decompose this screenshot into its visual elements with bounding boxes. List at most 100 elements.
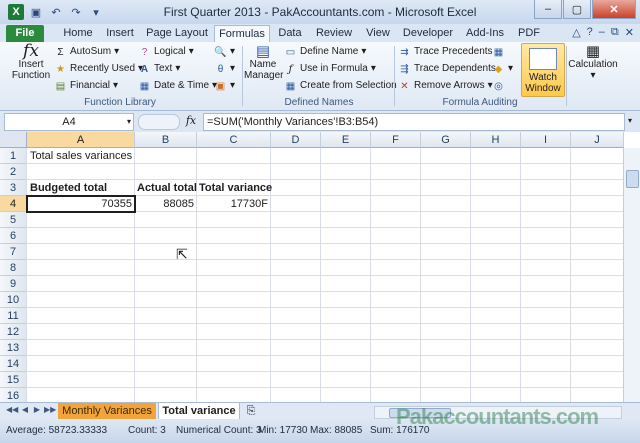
row-header[interactable]: 16	[0, 388, 27, 402]
status-average: Average: 58723.33333	[6, 425, 108, 436]
row-header[interactable]: 9	[0, 276, 27, 292]
row-header[interactable]: 4	[0, 196, 27, 212]
minimize-button[interactable]: –	[534, 0, 562, 19]
vertical-scrollbar[interactable]	[623, 148, 640, 402]
worksheet-grid[interactable]: A B C D E F G H I J 1 2 3 4 5 6 7 8 9 10 11 12 13 14 1…	[0, 132, 640, 402]
row-header[interactable]: 11	[0, 308, 27, 324]
logical-button[interactable]: ? Logical ▾	[138, 44, 194, 60]
name-box[interactable]: A4 ▾	[4, 113, 134, 131]
column-header-c[interactable]: C	[197, 132, 271, 148]
insert-sheet-icon[interactable]: ⎘	[242, 403, 260, 419]
lookup-reference-button[interactable]: 🔍 ▾	[214, 44, 235, 60]
cell-a4[interactable]: 70355	[28, 196, 132, 212]
tab-view[interactable]: View	[362, 25, 394, 42]
workbook-restore-icon[interactable]: ⧉	[611, 26, 619, 39]
column-header-f[interactable]: F	[371, 132, 421, 148]
workbook-close-icon[interactable]: ✕	[625, 26, 634, 39]
column-header-h[interactable]: H	[471, 132, 521, 148]
use-in-formula-button[interactable]: ƒ Use in Formula ▾	[284, 61, 376, 77]
column-header-j[interactable]: J	[571, 132, 624, 148]
cell-a3[interactable]: Budgeted total	[30, 180, 107, 196]
row-header[interactable]: 6	[0, 228, 27, 244]
close-button[interactable]: ✕	[592, 0, 636, 19]
column-header-g[interactable]: G	[421, 132, 471, 148]
vertical-scroll-thumb[interactable]	[626, 170, 639, 188]
watch-window-button[interactable]: Watch Window	[521, 43, 565, 97]
last-sheet-icon[interactable]: ▶▶	[44, 405, 56, 414]
column-header-d[interactable]: D	[271, 132, 321, 148]
row-header[interactable]: 15	[0, 372, 27, 388]
help-icon[interactable]: ?	[587, 26, 593, 39]
recently-used-button[interactable]: ★ Recently Used ▾	[54, 61, 143, 77]
error-checking-button[interactable]: ◆ ▾	[492, 61, 513, 77]
ribbon: fx Insert Function Σ AutoSum ▾ ★ Recently…	[0, 42, 640, 111]
group-separator	[242, 46, 243, 106]
math-trig-button[interactable]: θ ▾	[214, 61, 235, 77]
select-all-corner[interactable]	[0, 132, 27, 148]
insert-function-fx-button[interactable]: fx	[182, 113, 200, 129]
show-formulas-button[interactable]: ▦	[492, 44, 505, 60]
sheet-tab-monthly-variances[interactable]: Monthly Variances	[58, 403, 156, 419]
row-header[interactable]: 13	[0, 340, 27, 356]
tab-insert[interactable]: Insert	[100, 25, 140, 42]
next-sheet-icon[interactable]: ▶	[32, 405, 42, 414]
tab-developer[interactable]: Developer	[400, 25, 456, 42]
evaluate-formula-button[interactable]: ◎	[492, 78, 505, 94]
row-header[interactable]: 10	[0, 292, 27, 308]
define-name-button[interactable]: ▭ Define Name ▾	[284, 44, 367, 60]
insert-function-button[interactable]: fx Insert Function	[10, 43, 52, 82]
tab-pdf[interactable]: PDF	[514, 25, 544, 42]
row-header[interactable]: 3	[0, 180, 27, 196]
more-functions-button[interactable]: ▣ ▾	[214, 78, 235, 94]
tab-home[interactable]: Home	[58, 25, 98, 42]
expand-formula-bar-icon[interactable]: ▾	[624, 114, 636, 128]
row-header[interactable]: 8	[0, 260, 27, 276]
create-from-selection-button[interactable]: ▦ Create from Selection	[284, 78, 397, 94]
cell-c4[interactable]: 17730F	[198, 196, 268, 212]
chevron-down-icon[interactable]: ▾	[127, 114, 131, 130]
calculation-button[interactable]: ▦ Calculation ▾	[568, 42, 618, 82]
tab-file[interactable]: File	[6, 25, 44, 42]
formula-input[interactable]: =SUM('Monthly Variances'!B3:B54)	[203, 113, 625, 131]
column-header-b[interactable]: B	[135, 132, 197, 148]
row-header[interactable]: 7	[0, 244, 27, 260]
tab-add-ins[interactable]: Add-Ins	[462, 25, 508, 42]
row-header[interactable]: 5	[0, 212, 27, 228]
logical-icon: ?	[141, 46, 148, 58]
cell-c3[interactable]: Total variance	[199, 180, 272, 196]
workbook-minimize-icon[interactable]: –	[599, 26, 605, 39]
minimize-ribbon-icon[interactable]: △	[572, 26, 580, 39]
maximize-button[interactable]: ▢	[563, 0, 591, 19]
prev-sheet-icon[interactable]: ◀	[20, 405, 30, 414]
first-sheet-icon[interactable]: ◀◀	[6, 405, 18, 414]
name-manager-button[interactable]: ▤ Name Manager	[244, 42, 283, 82]
row-header[interactable]: 2	[0, 164, 27, 180]
tab-review[interactable]: Review	[312, 25, 356, 42]
name-manager-icon: ▤	[255, 42, 271, 60]
column-header-e[interactable]: E	[321, 132, 371, 148]
ribbon-right-controls: △ ? – ⧉ ✕	[572, 26, 634, 39]
tab-page-layout[interactable]: Page Layout	[146, 25, 208, 42]
column-header-i[interactable]: I	[521, 132, 571, 148]
tab-formulas[interactable]: Formulas	[214, 25, 270, 43]
remove-arrows-button[interactable]: ✕ Remove Arrows ▾	[398, 78, 492, 94]
cell-b4[interactable]: 88085	[136, 196, 194, 212]
calculator-icon: ▦	[585, 42, 601, 60]
sheet-tab-total-variance[interactable]: Total variance	[158, 403, 240, 420]
row-header[interactable]: 1	[0, 148, 27, 164]
tab-data[interactable]: Data	[274, 25, 306, 42]
text-button[interactable]: A Text ▾	[138, 61, 181, 77]
date-time-button[interactable]: ▦ Date & Time ▾	[138, 78, 217, 94]
remove-arrows-icon: ✕	[400, 80, 409, 92]
trace-precedents-label: Trace Precedents	[414, 46, 493, 57]
column-header-a[interactable]: A	[27, 132, 135, 148]
trace-precedents-button[interactable]: ⇉ Trace Precedents	[398, 44, 493, 60]
cell-a1[interactable]: Total sales variances	[30, 148, 132, 164]
financial-button[interactable]: ▤ Financial ▾	[54, 78, 118, 94]
row-header[interactable]: 12	[0, 324, 27, 340]
status-count: Count: 3	[128, 425, 166, 436]
autosum-button[interactable]: Σ AutoSum ▾	[54, 44, 119, 60]
trace-dependents-button[interactable]: ⇶ Trace Dependents	[398, 61, 496, 77]
cell-b3[interactable]: Actual total	[137, 180, 197, 196]
row-header[interactable]: 14	[0, 356, 27, 372]
